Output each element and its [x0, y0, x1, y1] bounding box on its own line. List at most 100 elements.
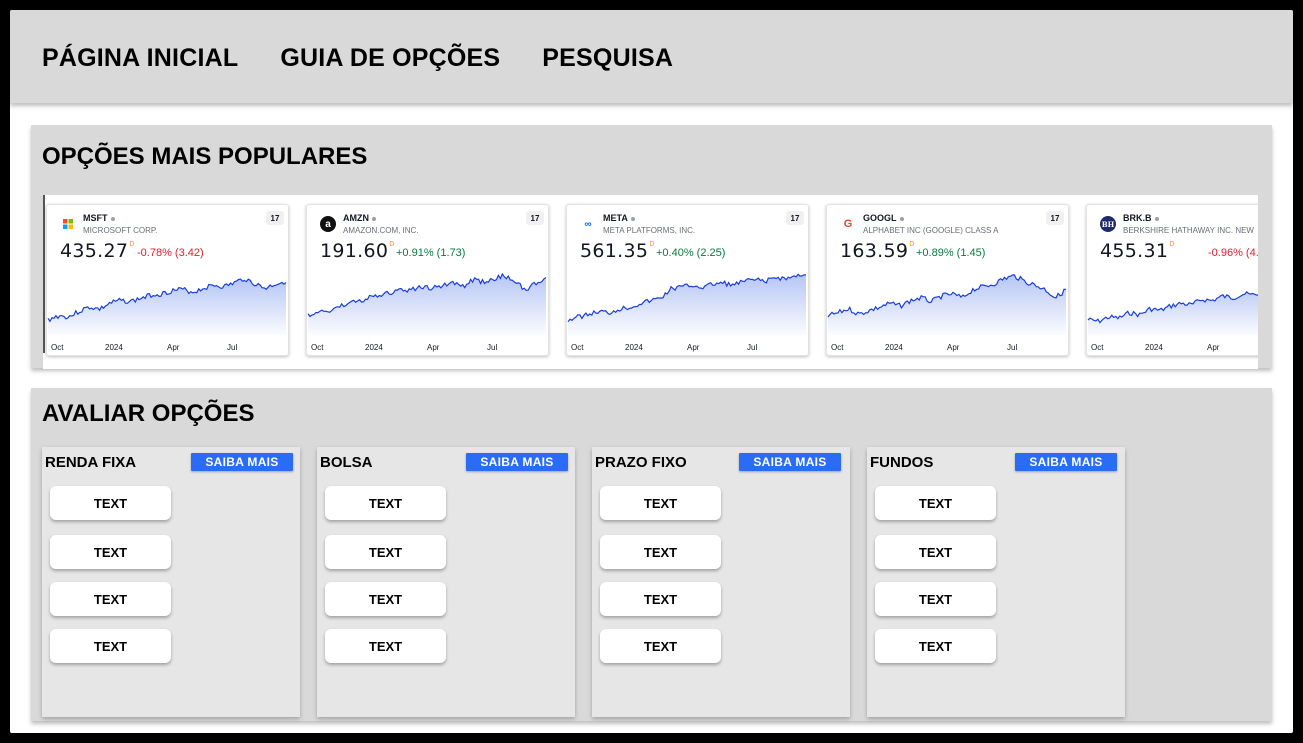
- option-item-button[interactable]: TEXT: [325, 582, 446, 616]
- ticker-price: 455.31D: [1100, 240, 1175, 262]
- price-sparkline[interactable]: [827, 265, 1069, 335]
- carousel-edge: [43, 195, 45, 353]
- delayed-indicator: D: [129, 240, 135, 248]
- ticker-price: 191.60D: [320, 240, 395, 262]
- price-sparkline[interactable]: [307, 265, 549, 335]
- price-sparkline[interactable]: [1087, 265, 1258, 335]
- tradingview-logo-icon[interactable]: 17: [266, 211, 284, 225]
- ticker-carousel[interactable]: MSFT MICROSOFT CORP. 17 435.27D -0.78% (3.42…: [43, 195, 1258, 369]
- learn-more-button[interactable]: SAIBA MAIS: [191, 453, 293, 471]
- delayed-indicator: D: [649, 240, 655, 248]
- panel-bolsa: BOLSA SAIBA MAIS TEXT TEXT TEXT TEXT: [317, 447, 575, 717]
- ticker-symbol-text: BRK.B: [1123, 213, 1152, 223]
- ticker-price: 561.35D: [580, 240, 655, 262]
- ticker-symbol: BRK.B: [1123, 213, 1159, 223]
- x-axis-tick: Jul: [487, 343, 498, 352]
- x-axis-tick: 2024: [365, 343, 383, 352]
- app-window: PÁGINA INICIAL GUIA DE OPÇÕES PESQUISA O…: [10, 10, 1293, 733]
- x-axis-tick: Apr: [1207, 343, 1220, 352]
- market-status-dot-icon: [1154, 216, 1159, 221]
- company-name: BERKSHIRE HATHAWAY INC. NEW: [1123, 226, 1254, 235]
- sparkline-area: [1088, 291, 1258, 335]
- price-value: 561.35: [580, 240, 649, 262]
- option-item-button[interactable]: TEXT: [600, 535, 721, 569]
- x-axis-tick: Apr: [687, 343, 700, 352]
- x-axis-tick: 2024: [105, 343, 123, 352]
- option-item-button[interactable]: TEXT: [875, 582, 996, 616]
- panel-title: BOLSA: [320, 454, 373, 471]
- popular-options-section: OPÇÕES MAIS POPULARES MSFT MICROSOFT CORP…: [31, 125, 1272, 369]
- ticker-symbol-text: GOOGL: [863, 213, 897, 223]
- berkshire-logo-icon: BH: [1100, 216, 1116, 232]
- company-name: AMAZON.COM, INC.: [343, 226, 419, 235]
- sparkline-area: [568, 274, 806, 335]
- option-item-button[interactable]: TEXT: [600, 486, 721, 520]
- x-axis-tick: 2024: [625, 343, 643, 352]
- option-item-button[interactable]: TEXT: [600, 582, 721, 616]
- price-change: +0.40% (2.25): [656, 247, 726, 259]
- market-status-dot-icon: [110, 216, 115, 221]
- ticker-symbol-text: MSFT: [83, 213, 108, 223]
- price-change: +0.91% (1.73): [396, 247, 466, 259]
- option-item-button[interactable]: TEXT: [50, 535, 171, 569]
- option-item-button[interactable]: TEXT: [325, 535, 446, 569]
- price-sparkline[interactable]: [47, 265, 289, 335]
- price-sparkline[interactable]: [567, 265, 809, 335]
- ticker-symbol-text: META: [603, 213, 628, 223]
- option-item-button[interactable]: TEXT: [875, 486, 996, 520]
- google-logo-icon: G: [840, 216, 856, 232]
- option-item-button[interactable]: TEXT: [875, 535, 996, 569]
- meta-logo-icon: ∞: [580, 216, 596, 232]
- popular-options-title: OPÇÕES MAIS POPULARES: [42, 143, 368, 170]
- nav-home[interactable]: PÁGINA INICIAL: [42, 40, 238, 73]
- ticker-card-brk-b[interactable]: BHBRK.BBERKSHIRE HATHAWAY INC. NEW17455.…: [1086, 204, 1258, 356]
- option-item-button[interactable]: TEXT: [875, 629, 996, 663]
- tradingview-logo-icon[interactable]: 17: [786, 211, 804, 225]
- market-status-dot-icon: [630, 216, 635, 221]
- option-item-button[interactable]: TEXT: [50, 486, 171, 520]
- market-status-dot-icon: [899, 216, 904, 221]
- evaluate-options-title: AVALIAR OPÇÕES: [42, 400, 255, 427]
- ticker-symbol: AMZN: [343, 213, 376, 223]
- price-value: 163.59: [840, 240, 909, 262]
- x-axis-tick: Jul: [747, 343, 758, 352]
- top-navbar: PÁGINA INICIAL GUIA DE OPÇÕES PESQUISA: [10, 10, 1293, 103]
- option-item-button[interactable]: TEXT: [50, 582, 171, 616]
- x-axis-tick: Oct: [311, 343, 324, 352]
- price-change: -0.96% (4.40): [1208, 247, 1258, 259]
- company-name: MICROSOFT CORP.: [83, 226, 158, 235]
- microsoft-logo-icon: [60, 216, 76, 232]
- ticker-card-googl[interactable]: G GOOGL ALPHABET INC (GOOGLE) CLASS A 17 163…: [826, 204, 1069, 356]
- sparkline-area: [308, 273, 546, 335]
- ticker-card-msft[interactable]: MSFT MICROSOFT CORP. 17 435.27D -0.78% (3.42…: [46, 204, 289, 356]
- panel-title: FUNDOS: [870, 454, 934, 471]
- nav-research[interactable]: PESQUISA: [542, 40, 673, 73]
- panel-title: PRAZO FIXO: [595, 454, 687, 471]
- option-item-button[interactable]: TEXT: [600, 629, 721, 663]
- x-axis-tick: Jul: [1007, 343, 1018, 352]
- panel-prazo-fixo: PRAZO FIXO SAIBA MAIS TEXT TEXT TEXT TEXT: [592, 447, 850, 717]
- learn-more-button[interactable]: SAIBA MAIS: [466, 453, 568, 471]
- panel-fundos: FUNDOS SAIBA MAIS TEXT TEXT TEXT TEXT: [867, 447, 1125, 717]
- x-axis-tick: Oct: [571, 343, 584, 352]
- learn-more-button[interactable]: SAIBA MAIS: [1015, 453, 1117, 471]
- ticker-symbol: META: [603, 213, 635, 223]
- ticker-symbol: GOOGL: [863, 213, 904, 223]
- x-axis-tick: Jul: [227, 343, 238, 352]
- tradingview-logo-icon[interactable]: 17: [1046, 211, 1064, 225]
- tradingview-logo-icon[interactable]: 17: [526, 211, 544, 225]
- company-name: ALPHABET INC (GOOGLE) CLASS A: [863, 226, 999, 235]
- option-item-button[interactable]: TEXT: [325, 486, 446, 520]
- learn-more-button[interactable]: SAIBA MAIS: [739, 453, 841, 471]
- panel-title: RENDA FIXA: [45, 454, 137, 471]
- ticker-card-meta[interactable]: ∞ META META PLATFORMS, INC. 17 561.35D +0.40%…: [566, 204, 809, 356]
- nav-options-guide[interactable]: GUIA DE OPÇÕES: [280, 40, 500, 73]
- x-axis-tick: 2024: [1145, 343, 1163, 352]
- ticker-price: 435.27D: [60, 240, 135, 262]
- ticker-card-amzn[interactable]: a AMZN AMAZON.COM, INC. 17 191.60D +0.91% (1.…: [306, 204, 549, 356]
- option-item-button[interactable]: TEXT: [325, 629, 446, 663]
- delayed-indicator: D: [1169, 240, 1175, 248]
- amazon-logo-icon: a: [320, 216, 336, 232]
- option-item-button[interactable]: TEXT: [50, 629, 171, 663]
- ticker-price: 163.59D: [840, 240, 915, 262]
